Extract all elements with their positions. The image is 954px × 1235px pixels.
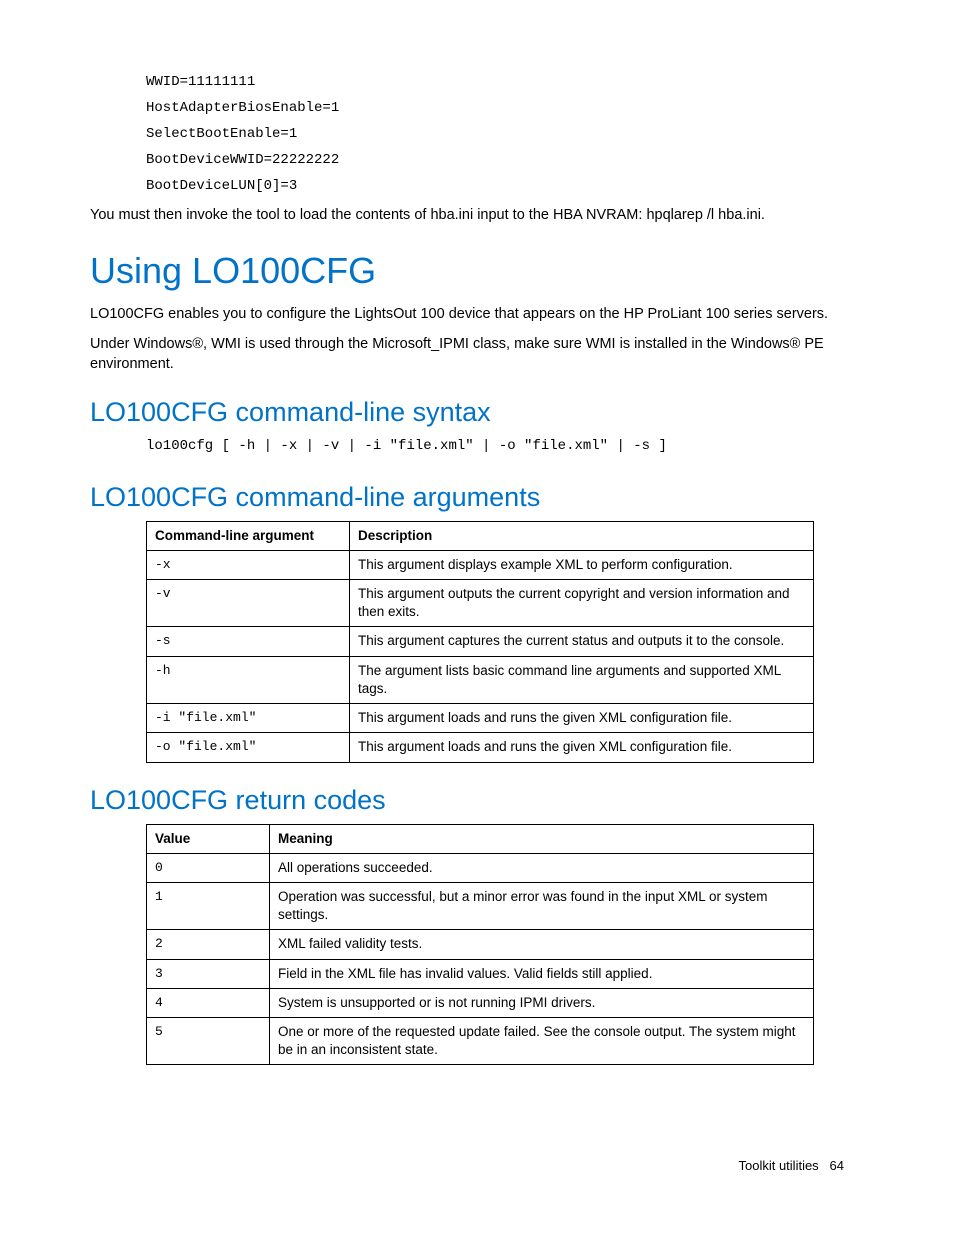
cell-description: This argument outputs the current copyri… xyxy=(350,579,814,626)
cell-description: The argument lists basic command line ar… xyxy=(350,656,814,703)
cell-meaning: Operation was successful, but a minor er… xyxy=(270,882,814,929)
cell-description: This argument displays example XML to pe… xyxy=(350,550,814,579)
table-row: 0All operations succeeded. xyxy=(147,853,814,882)
cell-description: This argument loads and runs the given X… xyxy=(350,733,814,762)
table-row: 3Field in the XML file has invalid value… xyxy=(147,959,814,988)
page-footer: Toolkit utilities 64 xyxy=(738,1158,844,1173)
table-row: -hThe argument lists basic command line … xyxy=(147,656,814,703)
table-header-row: Value Meaning xyxy=(147,824,814,853)
intro-code-block: WWID=11111111 HostAdapterBiosEnable=1 Se… xyxy=(146,70,844,199)
cell-meaning: One or more of the requested update fail… xyxy=(270,1018,814,1065)
table-row: -i "file.xml"This argument loads and run… xyxy=(147,704,814,733)
th-meaning: Meaning xyxy=(270,824,814,853)
cell-meaning: Field in the XML file has invalid values… xyxy=(270,959,814,988)
cell-value: 1 xyxy=(147,882,270,929)
cell-meaning: System is unsupported or is not running … xyxy=(270,988,814,1017)
footer-page-number: 64 xyxy=(830,1158,844,1173)
syntax-code: lo100cfg [ -h | -x | -v | -i "file.xml" … xyxy=(146,434,844,460)
cell-value: 4 xyxy=(147,988,270,1017)
cell-argument: -h xyxy=(147,656,350,703)
table-row: 5One or more of the requested update fai… xyxy=(147,1018,814,1065)
cell-argument: -i "file.xml" xyxy=(147,704,350,733)
arguments-table: Command-line argument Description -xThis… xyxy=(146,521,814,763)
main-paragraph-1: LO100CFG enables you to configure the Li… xyxy=(90,304,844,324)
cell-value: 2 xyxy=(147,930,270,959)
table-row: 1Operation was successful, but a minor e… xyxy=(147,882,814,929)
heading-arguments: LO100CFG command-line arguments xyxy=(90,482,844,513)
cell-description: This argument loads and runs the given X… xyxy=(350,704,814,733)
heading-return-codes: LO100CFG return codes xyxy=(90,785,844,816)
heading-using-lo100cfg: Using LO100CFG xyxy=(90,250,844,292)
page-root: WWID=11111111 HostAdapterBiosEnable=1 Se… xyxy=(0,0,954,1235)
th-value: Value xyxy=(147,824,270,853)
intro-post-text: You must then invoke the tool to load th… xyxy=(90,205,844,225)
footer-label: Toolkit utilities xyxy=(738,1158,818,1173)
table-row: 2XML failed validity tests. xyxy=(147,930,814,959)
table-row: -sThis argument captures the current sta… xyxy=(147,627,814,656)
cell-argument: -s xyxy=(147,627,350,656)
th-description: Description xyxy=(350,521,814,550)
cell-meaning: All operations succeeded. xyxy=(270,853,814,882)
table-header-row: Command-line argument Description xyxy=(147,521,814,550)
cell-argument: -x xyxy=(147,550,350,579)
cell-value: 3 xyxy=(147,959,270,988)
table-row: 4System is unsupported or is not running… xyxy=(147,988,814,1017)
cell-value: 0 xyxy=(147,853,270,882)
cell-description: This argument captures the current statu… xyxy=(350,627,814,656)
main-paragraph-2: Under Windows®, WMI is used through the … xyxy=(90,334,844,375)
th-argument: Command-line argument xyxy=(147,521,350,550)
table-row: -vThis argument outputs the current copy… xyxy=(147,579,814,626)
return-codes-table: Value Meaning 0All operations succeeded.… xyxy=(146,824,814,1066)
heading-syntax: LO100CFG command-line syntax xyxy=(90,397,844,428)
table-row: -o "file.xml"This argument loads and run… xyxy=(147,733,814,762)
cell-meaning: XML failed validity tests. xyxy=(270,930,814,959)
table-row: -xThis argument displays example XML to … xyxy=(147,550,814,579)
cell-value: 5 xyxy=(147,1018,270,1065)
cell-argument: -o "file.xml" xyxy=(147,733,350,762)
cell-argument: -v xyxy=(147,579,350,626)
